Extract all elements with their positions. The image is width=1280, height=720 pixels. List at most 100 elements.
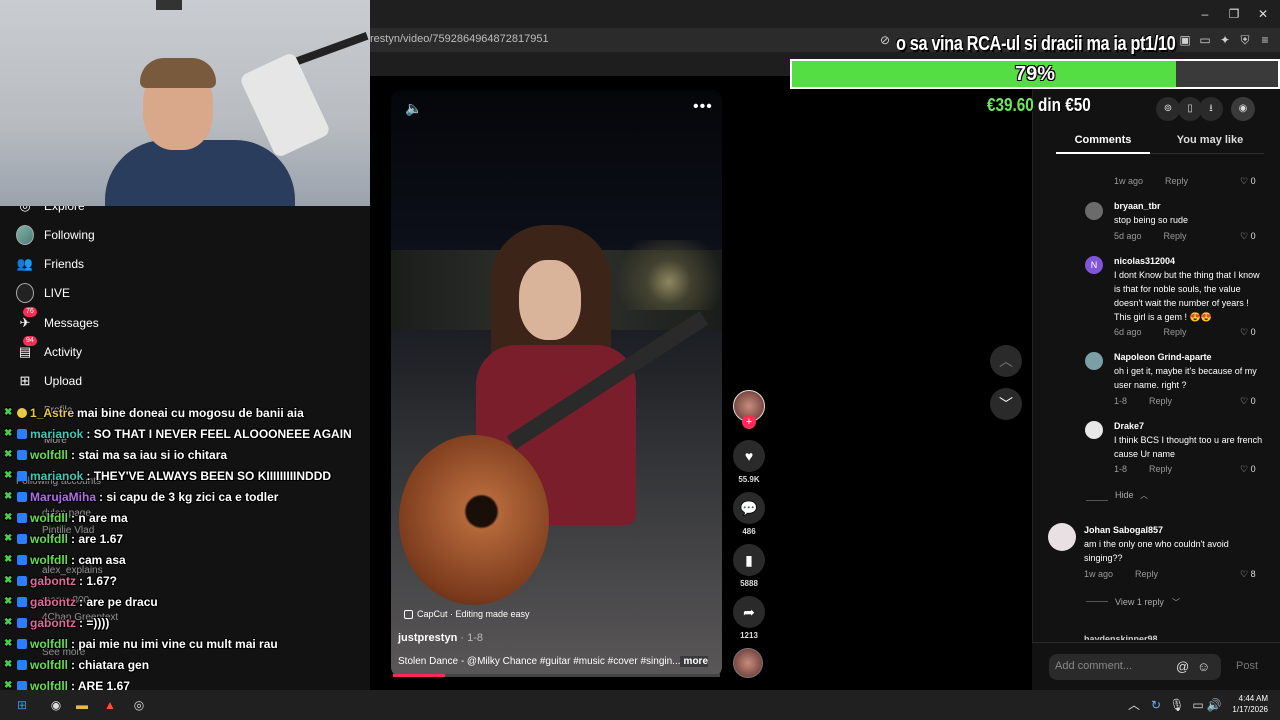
emoji-icon[interactable]: ☺ xyxy=(1197,659,1210,674)
close-icon[interactable]: ✕ xyxy=(1255,6,1271,22)
video-author[interactable]: justprestyn · 1-8 xyxy=(398,632,483,644)
download-icon[interactable]: ⭳ xyxy=(1199,97,1223,121)
sidebar-item-messages[interactable]: ✈ 76 Messages xyxy=(16,307,99,335)
music-disc-avatar[interactable] xyxy=(733,648,763,678)
tab-comments[interactable]: Comments xyxy=(1056,134,1150,146)
comment-like[interactable]: ♡ 0 xyxy=(1240,396,1256,407)
more-link[interactable]: more xyxy=(679,656,708,667)
menu-icon[interactable]: ≡ xyxy=(1258,33,1272,47)
commenter-avatar[interactable] xyxy=(1085,352,1103,370)
video-progress-bar[interactable] xyxy=(393,674,720,677)
author-name[interactable]: justprestyn xyxy=(398,632,457,644)
reply-button[interactable]: Reply xyxy=(1149,396,1172,406)
save-action[interactable]: ▮ 5888 xyxy=(733,544,765,588)
obs-icon[interactable]: ◎ xyxy=(131,697,147,713)
brave-icon[interactable]: ▲ xyxy=(102,697,118,713)
chevron-up-icon[interactable]: ︿ xyxy=(1140,490,1148,501)
chat-username[interactable]: gabontz xyxy=(30,574,76,588)
hide-replies-button[interactable]: Hide xyxy=(1115,490,1134,500)
share-action[interactable]: ➦ 1213 xyxy=(733,596,765,640)
post-date: · 1-8 xyxy=(457,632,483,644)
sidebar-item-following[interactable]: Following xyxy=(16,223,95,247)
hide-label[interactable]: Hide xyxy=(1115,490,1134,500)
display-icon[interactable]: ▭ xyxy=(1190,697,1206,713)
commenter-name[interactable]: Johan Sabogal857 xyxy=(1084,525,1163,535)
video-player[interactable] xyxy=(391,90,722,677)
chat-username[interactable]: wolfdll xyxy=(30,658,68,672)
comment-like[interactable]: ♡ 8 xyxy=(1240,569,1256,580)
share-icon[interactable]: ➦ xyxy=(733,596,765,628)
commenter-avatar[interactable] xyxy=(1085,202,1103,220)
follow-plus-icon[interactable]: + xyxy=(742,415,756,429)
comment-like[interactable]: ♡ 0 xyxy=(1240,327,1256,338)
url-text[interactable]: restyn/video/7592864964872817951 xyxy=(370,33,549,45)
commenter-name[interactable]: Drake7 xyxy=(1114,421,1144,431)
no-tracking-icon[interactable]: ⊘ xyxy=(878,33,892,47)
commenter-avatar[interactable]: N xyxy=(1085,256,1103,274)
sidebar-item-activity[interactable]: ▤ 94 Activity xyxy=(16,336,82,364)
chat-username[interactable]: MarujaMiha xyxy=(30,490,96,504)
sidebar-item-upload[interactable]: ⊞ Upload xyxy=(16,369,82,393)
commenter-name[interactable]: haydenskinner98 xyxy=(1084,634,1158,640)
heart-icon[interactable]: ♥ xyxy=(733,440,765,472)
commenter-avatar[interactable] xyxy=(1085,421,1103,439)
wallet-icon[interactable]: ▭ xyxy=(1198,33,1212,47)
chat-username[interactable]: marianok xyxy=(30,427,83,441)
profile-avatar[interactable]: ◉ xyxy=(1231,97,1255,121)
previous-video-button[interactable]: ︿ xyxy=(990,345,1022,377)
more-options-icon[interactable]: ••• xyxy=(693,98,713,116)
reply-button[interactable]: Reply xyxy=(1135,569,1158,579)
windows-start-icon[interactable]: ⊞ xyxy=(14,697,30,713)
like-action[interactable]: ♥ 55.9K xyxy=(733,440,765,484)
minimize-icon[interactable]: – xyxy=(1197,6,1213,22)
tray-chevron-icon[interactable]: ︿ xyxy=(1126,697,1142,713)
chat-username[interactable]: gabontz xyxy=(30,616,76,630)
comment-action[interactable]: 💬 486 xyxy=(733,492,765,536)
commenter-name[interactable]: bryaan_tbr xyxy=(1114,201,1161,211)
reply-button[interactable]: Reply xyxy=(1165,176,1188,186)
volume-icon[interactable]: 🔈 xyxy=(405,100,422,117)
shield-icon[interactable]: ⛨ xyxy=(1238,33,1252,47)
add-comment-input[interactable]: Add comment... xyxy=(1049,654,1221,680)
chat-username[interactable]: wolfdll xyxy=(30,553,68,567)
bookmark-icon[interactable]: ▮ xyxy=(733,544,765,576)
sidebar-item-live[interactable]: LIVE xyxy=(16,281,70,305)
ai-star-icon[interactable]: ✦ xyxy=(1218,33,1232,47)
sync-icon[interactable]: ↻ xyxy=(1148,697,1164,713)
chat-username[interactable]: marianok xyxy=(30,469,83,483)
chat-username[interactable]: wolfdll xyxy=(30,637,68,651)
commenter-name[interactable]: nicolas312004 xyxy=(1114,256,1175,266)
chat-username[interactable]: 1_Astre xyxy=(30,406,74,420)
reply-button[interactable]: Reply xyxy=(1149,464,1172,474)
speaker-icon[interactable]: 🔊 xyxy=(1206,697,1222,713)
reply-button[interactable]: Reply xyxy=(1164,327,1187,337)
chat-username[interactable]: gabontz xyxy=(30,595,76,609)
view-reply-label[interactable]: View 1 reply xyxy=(1115,597,1164,607)
comment-like[interactable]: ♡ 0 xyxy=(1240,231,1256,242)
post-button[interactable]: Post xyxy=(1236,660,1258,672)
sidebar-item-friends[interactable]: 👥 Friends xyxy=(16,252,84,276)
chat-username[interactable]: wolfdll xyxy=(30,511,68,525)
tab-you-may-like[interactable]: You may like xyxy=(1156,134,1264,146)
comment-like[interactable]: ♡ 0 xyxy=(1240,176,1256,187)
commenter-name[interactable]: Napoleon Grind-aparte xyxy=(1114,352,1212,362)
file-explorer-icon[interactable]: ▬ xyxy=(74,697,90,713)
sidebar-toggle-icon[interactable]: ▣ xyxy=(1178,33,1192,47)
reply-button[interactable]: Reply xyxy=(1164,231,1187,241)
next-video-button[interactable]: ﹀ xyxy=(990,388,1022,420)
restore-icon[interactable]: ❐ xyxy=(1226,6,1242,22)
compass-icon[interactable]: ⊚ xyxy=(1156,97,1180,121)
clock-time[interactable]: 4:44 AM xyxy=(1236,694,1268,703)
chat-username[interactable]: wolfdll xyxy=(30,532,68,546)
commenter-avatar[interactable] xyxy=(1048,523,1076,551)
chrome-icon[interactable]: ◉ xyxy=(48,697,64,713)
chat-username[interactable]: wolfdll xyxy=(30,448,68,462)
capcut-tag[interactable]: CapCut · Editing made easy xyxy=(404,609,530,619)
clock-date[interactable]: 1/17/2026 xyxy=(1226,705,1268,714)
comment-icon[interactable]: 💬 xyxy=(733,492,765,524)
mic-icon[interactable]: 🎙 xyxy=(1169,697,1185,713)
mention-icon[interactable]: @ xyxy=(1176,659,1189,674)
chevron-down-icon[interactable]: ﹀ xyxy=(1172,597,1180,608)
comment-like[interactable]: ♡ 0 xyxy=(1240,464,1256,475)
view-replies-button[interactable]: View 1 reply xyxy=(1115,597,1164,607)
